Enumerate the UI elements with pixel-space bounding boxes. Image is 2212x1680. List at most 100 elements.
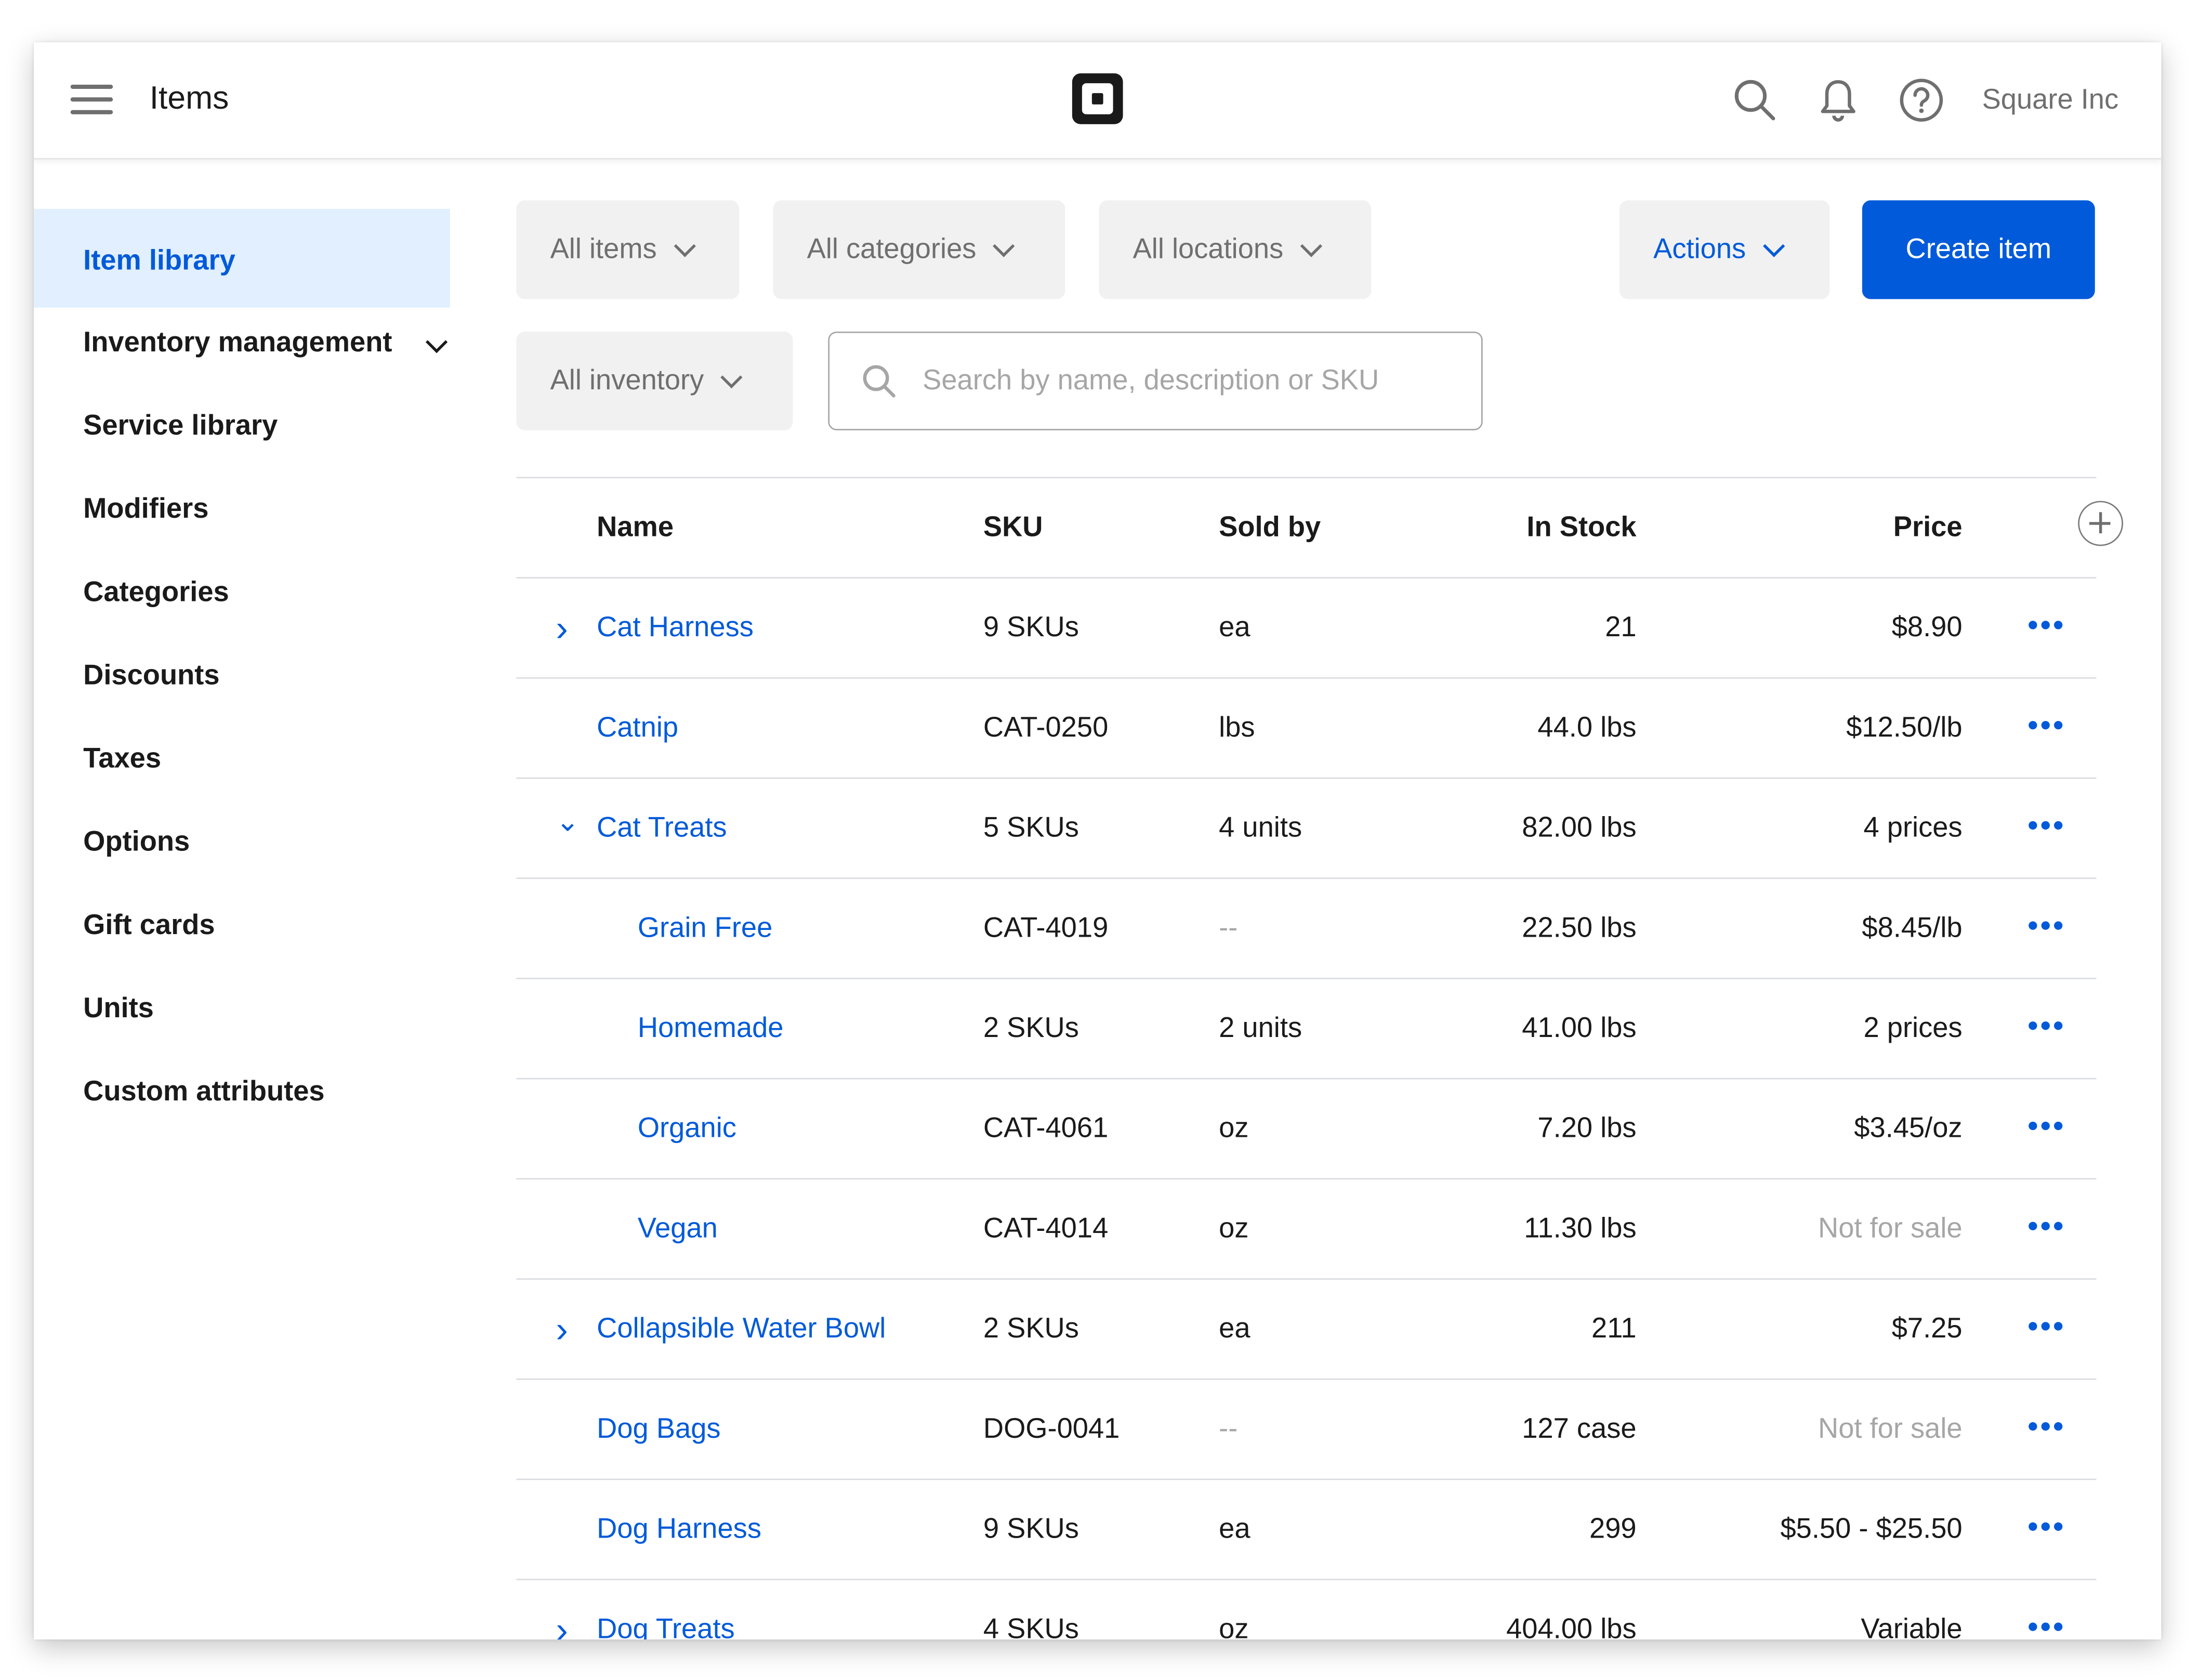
sku-cell: CAT-4019 [983,913,1109,944]
table-row[interactable]: › Collapsible Water Bowl 2 SKUs ea 211 $7.25 [516,1278,2097,1379]
in-stock-cell: 22.50 lbs [1522,913,1637,944]
in-stock-cell: 11.30 lbs [1524,1213,1637,1245]
sidebar-item-service-library[interactable]: Service library [34,385,450,468]
in-stock-cell: 41.00 lbs [1522,1013,1637,1044]
all-inventory-dropdown[interactable]: All inventory [516,331,793,430]
item-name-link[interactable]: Cat Treats [597,812,727,844]
table-row[interactable]: ⌄ Cat Treats 5 SKUs 4 units 82.00 lbs 4 price… [516,777,2097,878]
sidebar: Item library Inventory management Servic… [34,208,450,1135]
dropdown-label: All items [550,233,657,265]
chevron-down-icon [1762,234,1785,257]
more-options-icon[interactable] [2029,1222,2065,1233]
more-options-icon[interactable] [2029,1622,2065,1634]
more-options-icon[interactable] [2029,721,2065,732]
sidebar-item-label: Units [83,993,154,1025]
in-stock-cell: 21 [1605,612,1637,644]
sidebar-item-units[interactable]: Units [34,968,450,1051]
sidebar-item-label: Options [83,826,190,858]
column-header-sold-by[interactable]: Sold by [1219,478,1321,577]
items-table: Name SKU Sold by In Stock Price › Cat Har… [516,477,2124,1639]
sidebar-item-custom-attributes[interactable]: Custom attributes [34,1051,450,1134]
sku-cell: 5 SKUs [983,812,1079,844]
table-row[interactable]: Vegan CAT-4014 oz 11.30 lbs Not for sale [516,1178,2097,1278]
create-item-button[interactable]: Create item [1862,200,2095,299]
sidebar-item-label: Item library [83,245,235,277]
search-icon [863,365,896,398]
search-field[interactable] [828,331,1483,430]
square-logo-icon[interactable] [1072,73,1123,124]
more-options-icon[interactable] [2029,1021,2065,1033]
all-items-dropdown[interactable]: All items [516,200,740,299]
price-cell: $12.50/lb [1846,712,1963,744]
all-categories-dropdown[interactable]: All categories [773,200,1065,299]
table-row[interactable]: Homemade 2 SKUs 2 units 41.00 lbs 2 prices [516,978,2097,1078]
item-name-link[interactable]: Cat Harness [597,612,754,644]
chevron-right-icon[interactable]: › [556,1580,575,1639]
sidebar-item-categories[interactable]: Categories [34,552,450,635]
sku-cell: DOG-0041 [983,1413,1120,1445]
add-column-icon[interactable] [2078,501,2124,546]
price-cell: $7.25 [1891,1314,1963,1345]
sidebar-item-item-library[interactable]: Item library [34,208,450,308]
more-options-icon[interactable] [2029,821,2065,833]
chevron-right-icon[interactable]: › [556,1280,575,1379]
in-stock-cell: 44.0 lbs [1537,712,1637,744]
more-options-icon[interactable] [2029,1522,2065,1534]
sidebar-item-taxes[interactable]: Taxes [34,718,450,802]
item-name-link[interactable]: Dog Harness [597,1514,761,1545]
sold-by-cell: 4 units [1219,812,1302,844]
sidebar-item-modifiers[interactable]: Modifiers [34,468,450,552]
sidebar-item-gift-cards[interactable]: Gift cards [34,885,450,968]
item-name-link[interactable]: Vegan [638,1213,718,1244]
sidebar-item-label: Categories [83,577,229,608]
help-icon[interactable] [1898,76,1945,124]
sidebar-item-inventory-management[interactable]: Inventory management [34,302,450,385]
table-row[interactable]: Organic CAT-4061 oz 7.20 lbs $3.45/oz [516,1078,2097,1178]
sidebar-item-options[interactable]: Options [34,802,450,885]
table-row[interactable]: Catnip CAT-0250 lbs 44.0 lbs $12.50/lb [516,677,2097,778]
item-name-link[interactable]: Homemade [638,1013,784,1044]
organization-name[interactable]: Square Inc [1982,85,2119,117]
column-header-price[interactable]: Price [1893,478,1963,577]
more-options-icon[interactable] [2029,1322,2065,1333]
sku-cell: CAT-4014 [983,1213,1109,1245]
chevron-down-icon [425,302,448,385]
table-row[interactable]: › Cat Harness 9 SKUs ea 21 $8.90 [516,577,2097,677]
more-options-icon[interactable] [2029,1121,2065,1133]
table-row[interactable]: Dog Bags DOG-0041 -- 127 case Not for sale [516,1378,2097,1479]
sku-cell: 9 SKUs [983,1514,1079,1545]
column-header-name[interactable]: Name [597,478,674,577]
chevron-right-icon[interactable]: › [556,579,575,677]
more-options-icon[interactable] [2029,621,2065,632]
sku-cell: CAT-4061 [983,1113,1109,1145]
price-cell: $5.50 - $25.50 [1780,1514,1963,1545]
more-options-icon[interactable] [2029,921,2065,933]
table-row[interactable]: Dog Harness 9 SKUs ea 299 $5.50 - $25.50 [516,1478,2097,1579]
price-cell: $8.45/lb [1862,913,1963,944]
menu-icon[interactable] [70,84,113,116]
sku-cell: 9 SKUs [983,612,1079,644]
item-name-link[interactable]: Grain Free [638,913,772,944]
sidebar-item-label: Taxes [83,743,162,775]
item-name-link[interactable]: Collapsible Water Bowl [597,1314,886,1345]
bell-icon[interactable] [1814,76,1862,124]
chevron-down-icon[interactable]: ⌄ [556,779,580,877]
all-locations-dropdown[interactable]: All locations [1099,200,1372,299]
item-name-link[interactable]: Organic [638,1113,736,1145]
search-input[interactable] [919,363,1462,399]
table-row[interactable]: Grain Free CAT-4019 -- 22.50 lbs $8.45/lb [516,877,2097,978]
sidebar-item-discounts[interactable]: Discounts [34,635,450,718]
item-name-link[interactable]: Catnip [597,713,678,744]
sidebar-item-label: Discounts [83,660,220,692]
column-header-sku[interactable]: SKU [983,478,1043,577]
sidebar-item-label: Service library [83,410,278,442]
sold-by-cell: -- [1219,1413,1238,1445]
item-name-link[interactable]: Dog Treats [597,1614,735,1639]
item-name-link[interactable]: Dog Bags [597,1414,720,1445]
sold-by-cell: 2 units [1219,1013,1302,1044]
search-icon[interactable] [1731,76,1779,124]
table-row[interactable]: › Dog Treats 4 SKUs oz 404.00 lbs Variable [516,1579,2097,1639]
more-options-icon[interactable] [2029,1422,2065,1434]
actions-dropdown[interactable]: Actions [1620,200,1830,299]
column-header-in-stock[interactable]: In Stock [1526,478,1636,577]
